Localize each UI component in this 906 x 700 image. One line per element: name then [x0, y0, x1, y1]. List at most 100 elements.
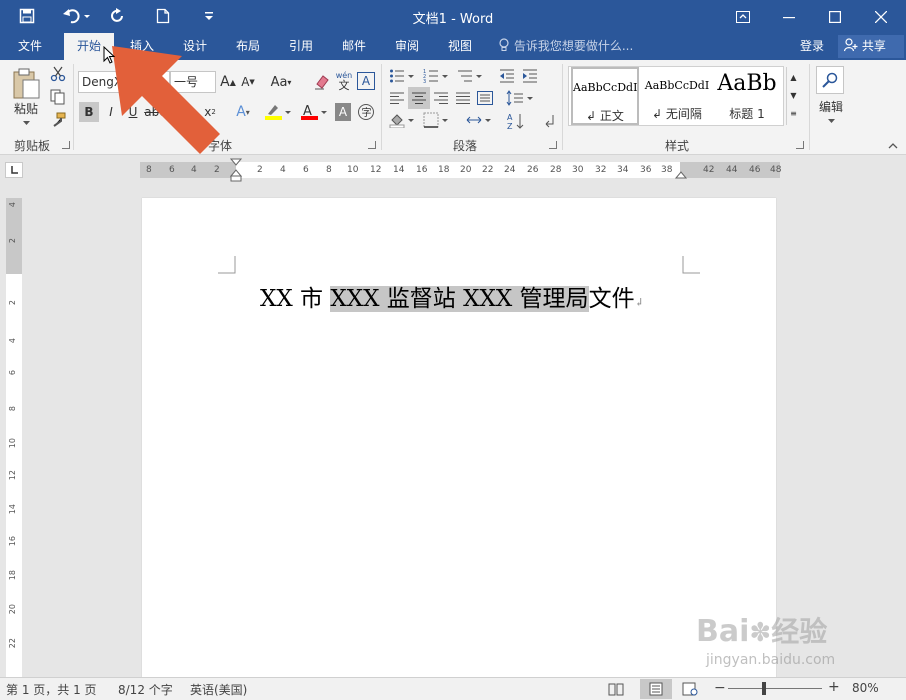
- print-layout-icon[interactable]: [640, 679, 672, 699]
- paragraph-launcher-icon[interactable]: [549, 141, 557, 149]
- enclosed-characters-icon[interactable]: 字: [356, 102, 376, 122]
- redo-icon[interactable]: [106, 5, 130, 27]
- ruler-tick-label: 46: [749, 165, 761, 175]
- align-center-icon[interactable]: [408, 87, 430, 109]
- font-size-combo[interactable]: 一号: [170, 71, 216, 93]
- customize-toolbar-icon[interactable]: [200, 5, 218, 27]
- tab-insert[interactable]: 插入: [118, 33, 166, 60]
- change-case-icon[interactable]: Aa ▾: [268, 72, 294, 92]
- shrink-font-icon[interactable]: A ▼: [240, 72, 256, 92]
- ribbon-display-options-icon[interactable]: [720, 0, 766, 33]
- collapse-ribbon-icon[interactable]: [886, 140, 900, 152]
- shading-icon[interactable]: [388, 110, 418, 130]
- minimize-icon[interactable]: [766, 0, 812, 33]
- italic-button[interactable]: I: [101, 102, 121, 122]
- zoom-out-button[interactable]: −: [714, 680, 726, 696]
- tab-view[interactable]: 视图: [436, 33, 484, 60]
- maximize-icon[interactable]: [812, 0, 858, 33]
- tab-review[interactable]: 审阅: [383, 33, 431, 60]
- tell-me-box[interactable]: 告诉我您想要做什么...: [498, 33, 633, 60]
- scroll-down-icon[interactable]: ▼: [790, 87, 796, 105]
- underline-button[interactable]: U: [123, 102, 143, 122]
- multilevel-list-icon[interactable]: [456, 66, 484, 86]
- ruler-tick-label: 18: [438, 165, 450, 175]
- web-layout-icon[interactable]: [682, 682, 698, 699]
- close-icon[interactable]: [858, 0, 904, 33]
- tab-file[interactable]: 文件: [6, 33, 54, 60]
- strikethrough-button[interactable]: abc: [144, 102, 166, 122]
- show-hide-marks-icon[interactable]: [538, 110, 558, 132]
- scroll-up-icon[interactable]: ▲: [790, 69, 796, 87]
- right-indent-marker[interactable]: [675, 170, 687, 180]
- sort-icon[interactable]: AZ: [505, 110, 527, 132]
- format-painter-icon[interactable]: [48, 110, 68, 130]
- align-left-icon[interactable]: [387, 88, 407, 108]
- phonetic-guide-icon[interactable]: wén 文: [334, 69, 354, 93]
- style-no-spacing[interactable]: AaBbCcDdI ↲ 无间隔: [643, 67, 711, 125]
- enclosed-character-icon[interactable]: A: [357, 72, 375, 90]
- line-spacing-icon[interactable]: [505, 88, 535, 108]
- undo-icon[interactable]: [58, 5, 96, 27]
- bullets-icon[interactable]: [388, 66, 416, 86]
- tab-design[interactable]: 设计: [170, 33, 220, 60]
- style-normal[interactable]: AaBbCcDdI ↲ 正文: [571, 67, 639, 125]
- bold-button[interactable]: B: [79, 102, 99, 122]
- distributed-icon[interactable]: [475, 88, 495, 108]
- tab-selector[interactable]: [5, 162, 23, 178]
- tab-references[interactable]: 引用: [277, 33, 325, 60]
- tell-me-text: 告诉我您想要做什么...: [513, 39, 634, 53]
- document-page[interactable]: XX 市 XXX 监督站 XXX 管理局文件↲: [142, 198, 776, 680]
- character-shading-icon[interactable]: A: [335, 103, 351, 121]
- zoom-in-button[interactable]: +: [828, 679, 840, 695]
- align-right-icon[interactable]: [431, 88, 451, 108]
- page-count[interactable]: 第 1 页，共 1 页: [6, 681, 97, 698]
- text-effects-icon[interactable]: A ▾: [230, 102, 256, 122]
- zoom-slider-thumb[interactable]: [762, 682, 766, 695]
- save-icon[interactable]: [14, 5, 40, 27]
- horizontal-ruler[interactable]: 8 6 4 2 2 4 6 8 10 12 14 16 18 20 22 24 26 28 30 32 34 36 38 42…: [140, 158, 781, 182]
- clipboard-launcher-icon[interactable]: [62, 141, 70, 149]
- font-color-icon[interactable]: A: [298, 102, 330, 122]
- login-link[interactable]: 登录: [800, 33, 824, 60]
- new-document-icon[interactable]: [152, 5, 174, 27]
- justify-icon[interactable]: [453, 88, 473, 108]
- first-line-indent-marker[interactable]: [230, 158, 242, 182]
- vertical-ruler[interactable]: 4 2 2 4 6 8 10 12 14 16 18 20 22: [6, 198, 22, 678]
- zoom-slider[interactable]: [728, 688, 822, 689]
- zoom-level[interactable]: 80%: [852, 681, 879, 695]
- text-highlight-color-icon[interactable]: [262, 102, 294, 122]
- style-normal-name: ↲ 正文: [586, 109, 624, 123]
- editing-dropdown-icon[interactable]: [824, 116, 838, 126]
- increase-indent-icon[interactable]: [520, 66, 540, 86]
- cut-icon[interactable]: [48, 64, 68, 84]
- font-launcher-icon[interactable]: [368, 141, 376, 149]
- decrease-indent-icon[interactable]: [497, 66, 517, 86]
- font-name-combo[interactable]: DengX: [78, 71, 170, 93]
- paste-icon[interactable]: [8, 66, 44, 102]
- read-mode-icon[interactable]: [608, 682, 624, 699]
- language-indicator[interactable]: 英语(美国): [190, 681, 247, 698]
- share-button[interactable]: 共享: [838, 35, 904, 58]
- copy-icon[interactable]: [48, 87, 68, 107]
- find-icon[interactable]: [816, 66, 844, 94]
- styles-scroll[interactable]: ▲ ▼ ≡: [786, 67, 800, 125]
- more-styles-icon[interactable]: ≡: [790, 105, 797, 123]
- document-text-line[interactable]: XX 市 XXX 监督站 XXX 管理局文件↲: [260, 282, 644, 320]
- subscript-button[interactable]: x2: [174, 102, 194, 122]
- word-count[interactable]: 8/12 个字: [118, 681, 173, 698]
- editing-button[interactable]: 编辑: [810, 98, 852, 114]
- group-separator: [73, 64, 74, 150]
- tab-layout[interactable]: 布局: [224, 33, 272, 60]
- numbering-icon[interactable]: 123: [422, 66, 450, 86]
- borders-icon[interactable]: [422, 110, 452, 130]
- selected-text[interactable]: XXX 监督站 XXX 管理局: [330, 286, 589, 312]
- superscript-button[interactable]: x2: [200, 102, 220, 122]
- tab-mailings[interactable]: 邮件: [330, 33, 378, 60]
- grow-font-icon[interactable]: A ▲: [220, 72, 236, 92]
- clear-formatting-icon[interactable]: [312, 72, 332, 92]
- paste-dropdown-icon[interactable]: [18, 118, 34, 128]
- chinese-layout-icon[interactable]: [464, 110, 494, 130]
- style-heading-1[interactable]: AaBb 标题 1: [713, 67, 781, 125]
- styles-launcher-icon[interactable]: [796, 141, 804, 149]
- paste-label[interactable]: 粘贴: [6, 100, 46, 116]
